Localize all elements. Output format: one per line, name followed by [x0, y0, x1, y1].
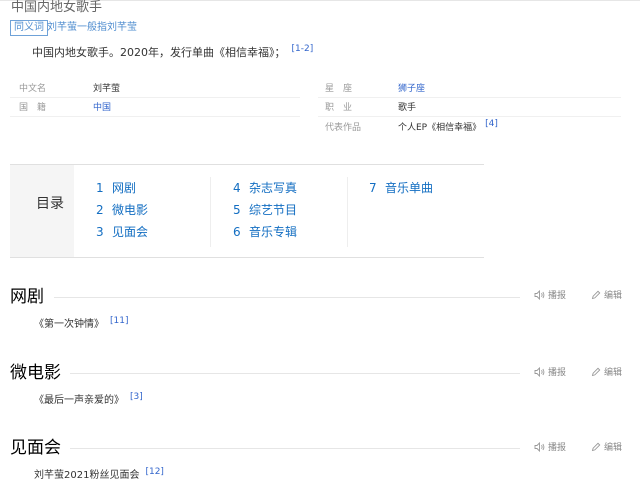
- toc-item-label: 杂志写真: [249, 181, 298, 195]
- toc-title: 目录: [36, 196, 64, 212]
- pencil-icon: [591, 442, 601, 451]
- works-reference[interactable]: [4]: [485, 119, 498, 129]
- toc-column-divider: [210, 177, 211, 247]
- basic-value-works: 个人EP《相信幸福》 [4]: [398, 119, 498, 134]
- basic-row-divider: [10, 116, 300, 117]
- basic-label-works: 代表作品: [325, 123, 362, 133]
- toc-item-number: 4: [233, 181, 241, 195]
- synonym-tag: 同义词: [10, 20, 48, 36]
- basic-label-name: 中文名: [19, 84, 47, 94]
- toc-item-number: 3: [96, 225, 104, 239]
- section-divider: [70, 448, 520, 449]
- section-content: 刘芊萤2021粉丝见面会 [12]: [34, 467, 164, 483]
- toc-item-label: 见面会: [112, 225, 149, 239]
- basic-label-occupation: 职 业: [325, 103, 353, 113]
- toc-item-number: 1: [96, 181, 104, 195]
- section-content-text: 《最后一声亲爱的》: [34, 395, 124, 406]
- toc-item-album[interactable]: 6 音乐专辑: [233, 223, 297, 240]
- edit-button[interactable]: 编辑: [591, 440, 622, 453]
- toc-item-fan-meeting[interactable]: 3 见面会: [96, 223, 148, 240]
- toc-item-micro-film[interactable]: 2 微电影: [96, 201, 148, 218]
- toc-item-single[interactable]: 7 音乐单曲: [369, 179, 433, 196]
- toc-item-number: 7: [369, 181, 377, 195]
- section-title-micro-film: 微电影: [10, 363, 61, 383]
- speaker-icon: [534, 289, 545, 300]
- report-label: 播报: [548, 368, 567, 378]
- report-button[interactable]: 播报: [534, 440, 566, 453]
- basic-value-nationality[interactable]: 中国: [93, 102, 111, 114]
- section-reference[interactable]: [11]: [110, 316, 128, 326]
- basic-value-works-text: 个人EP《相信幸福》: [398, 123, 482, 133]
- report-label: 播报: [548, 443, 567, 453]
- toc-item-label: 音乐专辑: [249, 225, 298, 239]
- page-subtitle: 中国内地女歌手: [11, 0, 103, 15]
- section-content-text: 《第一次钟情》: [34, 319, 104, 330]
- edit-button[interactable]: 编辑: [591, 288, 622, 301]
- section-reference[interactable]: [3]: [130, 392, 143, 402]
- edit-button[interactable]: 编辑: [591, 365, 622, 378]
- pencil-icon: [591, 367, 601, 376]
- speaker-icon: [534, 366, 545, 377]
- section-divider: [70, 373, 520, 374]
- basic-label-constellation: 星 座: [325, 84, 353, 94]
- section-reference[interactable]: [12]: [145, 467, 163, 477]
- toc-item-web-drama[interactable]: 1 网剧: [96, 179, 136, 196]
- basic-value-occupation: 歌手: [398, 103, 417, 113]
- synonym-link[interactable]: 刘芊萤一般指刘芊莹: [47, 21, 137, 35]
- basic-label-nationality: 国 籍: [19, 103, 47, 113]
- speaker-icon: [534, 441, 545, 452]
- summary-text: 中国内地女歌手。2020年，发行单曲《相信幸福》；: [32, 46, 286, 59]
- toc-item-magazine[interactable]: 4 杂志写真: [233, 179, 297, 196]
- section-title-fan-meeting: 见面会: [10, 438, 61, 458]
- toc-item-variety-show[interactable]: 5 综艺节目: [233, 201, 297, 218]
- section-content: 《第一次钟情》 [11]: [34, 316, 128, 332]
- basic-value-name: 刘芊萤: [93, 84, 121, 94]
- section-content-text: 刘芊萤2021粉丝见面会: [34, 470, 140, 481]
- toc-item-label: 微电影: [112, 203, 149, 217]
- edit-label: 编辑: [604, 291, 623, 301]
- toc-item-label: 网剧: [112, 181, 137, 195]
- section-divider: [54, 297, 520, 298]
- toc-item-number: 2: [96, 203, 104, 217]
- toc-item-number: 5: [233, 203, 241, 217]
- basic-row-divider: [318, 116, 621, 117]
- basic-value-constellation[interactable]: 狮子座: [398, 83, 425, 95]
- pencil-icon: [591, 290, 601, 299]
- section-content: 《最后一声亲爱的》 [3]: [34, 392, 143, 408]
- basic-row-divider: [318, 97, 621, 98]
- edit-label: 编辑: [604, 368, 623, 378]
- summary-paragraph: 中国内地女歌手。2020年，发行单曲《相信幸福》； [1-2]: [32, 44, 314, 62]
- edit-label: 编辑: [604, 443, 623, 453]
- toc-item-label: 音乐单曲: [385, 181, 434, 195]
- report-button[interactable]: 播报: [534, 365, 566, 378]
- section-title-web-drama: 网剧: [10, 287, 44, 307]
- toc-item-number: 6: [233, 225, 241, 239]
- toc-item-label: 综艺节目: [249, 203, 298, 217]
- summary-reference[interactable]: [1-2]: [292, 44, 314, 54]
- table-of-contents: 目录 1 网剧 2 微电影 3 见面会 4 杂志写真 5 综艺节目 6 音乐专辑 7 音乐单曲: [10, 164, 484, 258]
- toc-column-divider: [347, 177, 348, 247]
- report-button[interactable]: 播报: [534, 288, 566, 301]
- basic-row-divider: [10, 97, 300, 98]
- report-label: 播报: [548, 291, 567, 301]
